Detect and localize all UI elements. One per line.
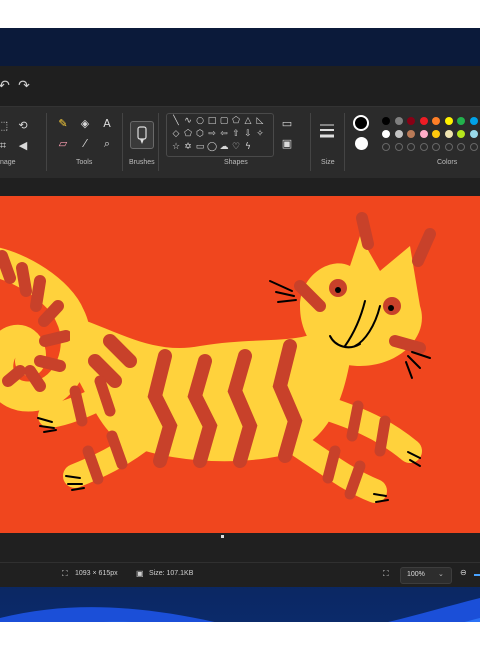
rotate-icon[interactable]: ⟲ bbox=[16, 119, 30, 133]
four-point-star-shape-icon[interactable]: ✧ bbox=[255, 129, 265, 139]
brush-icon bbox=[137, 126, 147, 144]
flip-icon[interactable]: ◀ bbox=[16, 139, 30, 153]
custom-color-slot[interactable] bbox=[419, 143, 428, 151]
color-swatch[interactable] bbox=[432, 130, 440, 138]
divider bbox=[158, 113, 159, 171]
down-arrow-shape-icon[interactable]: ⇩ bbox=[243, 129, 253, 139]
group-label-brushes: Brushes bbox=[129, 159, 155, 166]
ribbon: ⬚ ⟲ ⌗ ◀ nage ✎ ◈ A ▱ ⁄ ⌕ Tools Brushes ╲… bbox=[0, 106, 480, 179]
group-label-size: Size bbox=[321, 159, 335, 166]
custom-color-slot[interactable] bbox=[457, 143, 465, 151]
color-swatch[interactable] bbox=[407, 117, 415, 125]
color-swatch[interactable] bbox=[457, 117, 465, 125]
custom-color-slot[interactable] bbox=[394, 143, 403, 151]
primary-color-swatch[interactable] bbox=[353, 115, 369, 131]
wallpaper-bloom bbox=[0, 598, 480, 622]
custom-color-slot[interactable] bbox=[407, 143, 415, 151]
right-triangle-shape-icon[interactable]: ◺ bbox=[255, 116, 265, 126]
group-label-shapes: Shapes bbox=[224, 159, 248, 166]
secondary-color-swatch[interactable] bbox=[355, 137, 368, 150]
color-swatch[interactable] bbox=[419, 117, 428, 125]
file-size: Size: 107.1KB bbox=[149, 570, 194, 577]
zoom-dropdown[interactable]: 100% ⌄ bbox=[400, 567, 452, 584]
save-icon: ▣ bbox=[136, 569, 144, 578]
color-swatch[interactable] bbox=[469, 117, 478, 125]
color-swatch[interactable] bbox=[444, 130, 453, 138]
color-picker-icon[interactable]: ⁄ bbox=[78, 137, 92, 151]
line-shape-icon[interactable]: ╲ bbox=[171, 116, 181, 126]
status-bar: ⛶ 1093 × 615px ▣ Size: 107.1KB ⛶ 100% ⌄ … bbox=[0, 562, 480, 587]
text-icon[interactable]: A bbox=[100, 117, 114, 131]
crop-icon[interactable]: ⌗ bbox=[0, 139, 10, 153]
zoom-slider[interactable] bbox=[474, 574, 480, 576]
callout-rect-shape-icon[interactable]: ▭ bbox=[195, 142, 205, 152]
left-arrow-shape-icon[interactable]: ⇦ bbox=[219, 129, 229, 139]
shapes-gallery[interactable]: ╲ ∿ ○ □ ▢ ⬠ △ ◺ ◇ ⬠ ⬡ ⇨ ⇦ ⇧ ⇩ ✧ ☆ ✡ ▭ ◯ … bbox=[166, 113, 274, 157]
color-swatch[interactable] bbox=[469, 130, 478, 138]
chevron-down-icon: ⌄ bbox=[438, 570, 444, 578]
custom-color-slot[interactable] bbox=[432, 143, 440, 151]
oval-shape-icon[interactable]: ○ bbox=[195, 116, 205, 126]
dimensions-icon: ⛶ bbox=[62, 569, 68, 578]
rectangle-shape-icon[interactable]: □ bbox=[207, 116, 217, 126]
triangle-shape-icon[interactable]: △ bbox=[243, 116, 253, 126]
custom-color-slot[interactable] bbox=[469, 143, 478, 151]
group-label-image: nage bbox=[0, 159, 16, 166]
polygon-shape-icon[interactable]: ⬠ bbox=[231, 116, 241, 126]
color-swatch[interactable] bbox=[407, 130, 415, 138]
zoom-level: 100% bbox=[407, 571, 425, 578]
brushes-button[interactable] bbox=[130, 121, 154, 149]
five-point-star-shape-icon[interactable]: ☆ bbox=[171, 142, 181, 152]
color-swatch[interactable] bbox=[432, 117, 440, 125]
pencil-icon[interactable]: ✎ bbox=[56, 117, 70, 131]
select-icon[interactable]: ⬚ bbox=[0, 119, 10, 133]
fit-to-window-icon[interactable]: ⛶ bbox=[383, 569, 389, 579]
color-swatch[interactable] bbox=[444, 117, 453, 125]
divider bbox=[344, 113, 345, 171]
outline-icon[interactable]: ▭ bbox=[280, 117, 294, 131]
color-swatch[interactable] bbox=[419, 130, 428, 138]
tiger-drawing bbox=[0, 212, 436, 503]
paint-window: ↶ ↷ ⬚ ⟲ ⌗ ◀ nage ✎ ◈ A ▱ ⁄ ⌕ Tools Brush… bbox=[0, 66, 480, 587]
fill-icon[interactable]: ◈ bbox=[78, 117, 92, 131]
color-swatch[interactable] bbox=[457, 130, 465, 138]
canvas-area bbox=[0, 178, 480, 562]
callout-cloud-shape-icon[interactable]: ☁ bbox=[219, 142, 229, 152]
right-arrow-shape-icon[interactable]: ⇨ bbox=[207, 129, 217, 139]
hexagon-shape-icon[interactable]: ⬡ bbox=[195, 129, 205, 139]
color-swatch[interactable] bbox=[394, 130, 403, 138]
redo-icon[interactable]: ↷ bbox=[14, 76, 34, 96]
canvas-resize-handle[interactable] bbox=[221, 535, 224, 538]
drawing-canvas[interactable] bbox=[0, 196, 480, 533]
rounded-rect-shape-icon[interactable]: ▢ bbox=[219, 116, 229, 126]
pentagon-shape-icon[interactable]: ⬠ bbox=[183, 129, 193, 139]
eraser-icon[interactable]: ▱ bbox=[56, 137, 70, 151]
custom-color-slot[interactable] bbox=[444, 143, 453, 151]
six-point-star-shape-icon[interactable]: ✡ bbox=[183, 142, 193, 152]
lightning-shape-icon[interactable]: ϟ bbox=[243, 142, 253, 152]
image-dimensions: 1093 × 615px bbox=[75, 570, 118, 577]
color-swatch[interactable] bbox=[382, 130, 390, 138]
group-label-colors: Colors bbox=[437, 159, 458, 166]
magnifier-icon[interactable]: ⌕ bbox=[100, 137, 114, 151]
callout-oval-shape-icon[interactable]: ◯ bbox=[207, 142, 217, 152]
group-label-tools: Tools bbox=[76, 159, 93, 166]
curve-shape-icon[interactable]: ∿ bbox=[183, 116, 193, 126]
undo-icon[interactable]: ↶ bbox=[0, 76, 14, 96]
color-swatch[interactable] bbox=[394, 117, 403, 125]
size-icon[interactable] bbox=[318, 121, 336, 143]
diamond-shape-icon[interactable]: ◇ bbox=[171, 129, 181, 139]
heart-shape-icon[interactable]: ♡ bbox=[231, 142, 241, 152]
title-bar: ↶ ↷ bbox=[0, 66, 480, 106]
zoom-out-icon[interactable]: ⊖ bbox=[460, 568, 467, 577]
divider bbox=[46, 113, 47, 171]
divider bbox=[122, 113, 123, 171]
color-swatch[interactable] bbox=[382, 117, 390, 125]
custom-color-slot[interactable] bbox=[382, 143, 390, 151]
divider bbox=[310, 113, 311, 171]
up-arrow-shape-icon[interactable]: ⇧ bbox=[231, 129, 241, 139]
fill-shape-icon[interactable]: ▣ bbox=[280, 137, 294, 151]
